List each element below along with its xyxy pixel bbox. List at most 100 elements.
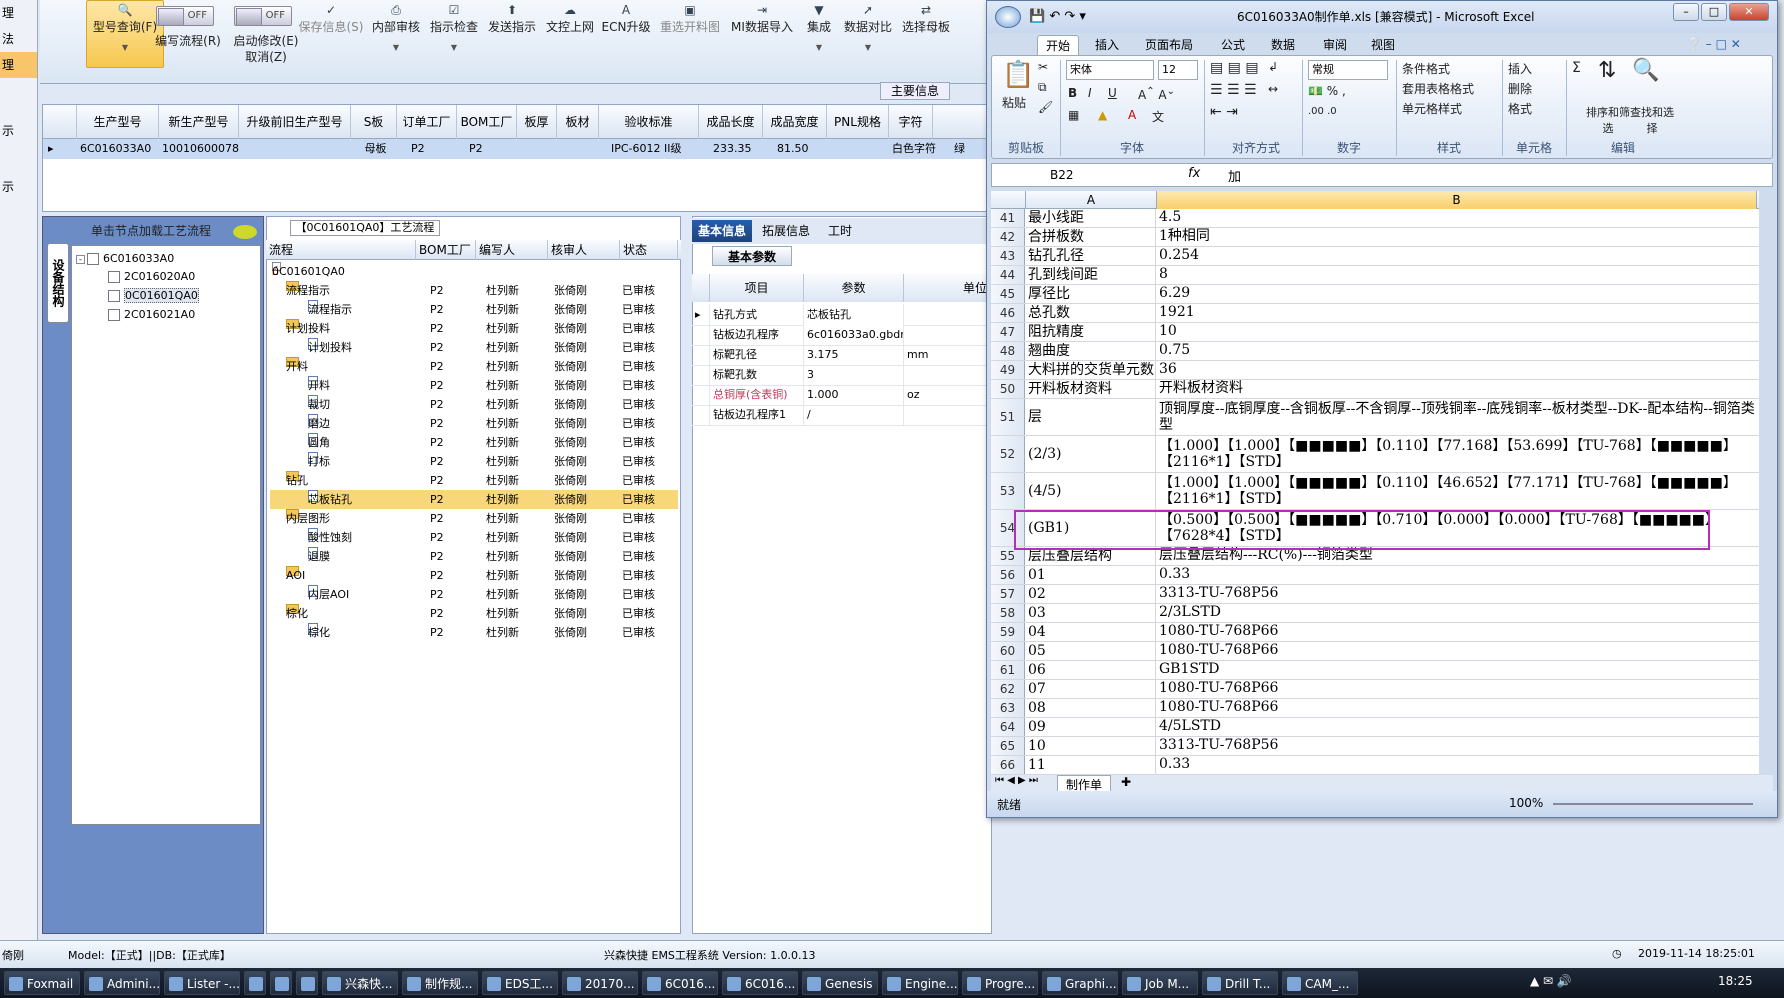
sheet-row[interactable]: 62 07 1080-TU-768P66 — [991, 680, 1759, 699]
column-header[interactable]: 核审人 — [548, 240, 620, 260]
zoom-slider[interactable] — [1553, 803, 1753, 805]
table-cell[interactable]: 6C016033A0 — [77, 139, 159, 159]
taskbar-button[interactable]: EDS工... — [482, 971, 558, 995]
sheet-row[interactable]: 47 阻抗精度 10 — [991, 323, 1759, 342]
sheet-row[interactable]: 63 08 1080-TU-768P66 — [991, 699, 1759, 718]
params-sub-tab[interactable]: 基本参数 — [712, 246, 792, 266]
mi-import-button[interactable]: ⇥ MI数据导入 — [726, 2, 798, 35]
row-number[interactable]: 56 — [991, 566, 1025, 584]
cell-a[interactable]: (2/3) — [1026, 436, 1156, 472]
select-mother-board-button[interactable]: ⇄ 选择母板 — [898, 2, 954, 35]
taskbar-button[interactable]: Foxmail — [4, 971, 80, 995]
start-modify-toggle[interactable]: OFF — [234, 6, 292, 26]
column-header[interactable]: 订单工厂 — [397, 105, 457, 139]
cell-a[interactable]: 08 — [1026, 699, 1156, 717]
process-row[interactable]: -棕化P2杜列新张倚刚已审核 — [270, 604, 678, 623]
sheet-nav-icon[interactable]: ⏮ ◀ ▶ ⏭ — [995, 775, 1038, 786]
row-number[interactable]: 49 — [991, 361, 1025, 379]
sheet-row[interactable]: 51 层顶铜厚度--底铜厚度--含铜板厚--不含铜厚--顶残铜率--底残铜率--板… — [991, 399, 1759, 436]
cell-b[interactable]: GB1STD — [1157, 661, 1757, 679]
cell-a[interactable]: 11 — [1026, 756, 1156, 774]
zoom-level[interactable]: 100% — [1509, 796, 1543, 810]
column-header[interactable]: 参数 — [804, 274, 904, 302]
cell-b[interactable]: 1080-TU-768P66 — [1157, 680, 1757, 698]
conditional-format-button[interactable]: 条件格式 — [1402, 60, 1450, 77]
taskbar-button[interactable]: Drill T... — [1202, 971, 1278, 995]
cell-a[interactable]: 合拼板数 — [1026, 228, 1156, 246]
cell-style-button[interactable]: 单元格样式 — [1402, 100, 1462, 117]
sheet-row[interactable]: 46 总孔数 1921 — [991, 304, 1759, 323]
row-number[interactable]: 53 — [991, 473, 1025, 509]
cell-b[interactable]: 3313-TU-768P56 — [1157, 585, 1757, 603]
font-name-select[interactable]: 宋体 — [1066, 60, 1154, 80]
office-button[interactable] — [995, 6, 1021, 28]
column-header[interactable]: BOM工厂 — [416, 240, 476, 260]
send-instruction-button[interactable]: ⬆ 发送指示 — [484, 2, 540, 35]
row-number[interactable]: 50 — [991, 380, 1025, 398]
param-value[interactable]: 1.000 — [804, 384, 904, 406]
sort-filter-button[interactable]: 排序和筛选 — [1584, 104, 1632, 136]
sheet-row[interactable]: 65 10 3313-TU-768P56 — [991, 737, 1759, 756]
fx-icon[interactable]: fx — [1188, 166, 1200, 181]
process-row[interactable]: 芯板钻孔 P2 杜列新 张倚刚 已审核 — [270, 490, 678, 509]
sheet-row[interactable]: 64 09 4/5LSTD — [991, 718, 1759, 737]
tab-review[interactable]: 审阅 — [1315, 35, 1355, 55]
border-icon[interactable]: ▦ — [1068, 108, 1079, 122]
cell-a[interactable]: 大料拼的交货单元数 — [1026, 361, 1156, 379]
column-header[interactable]: PNL规格 — [827, 105, 889, 139]
new-sheet-icon[interactable]: ✚ — [1121, 775, 1131, 789]
process-row[interactable]: -AOIP2杜列新张倚刚已审核 — [270, 566, 678, 585]
sheet-row[interactable]: 49 大料拼的交货单元数 36 — [991, 361, 1759, 380]
phonetic-icon[interactable]: 文 — [1152, 108, 1164, 125]
cell-a[interactable]: 10 — [1026, 737, 1156, 755]
cell-b[interactable]: 0.75 — [1157, 342, 1757, 360]
cell-b[interactable]: 1080-TU-768P66 — [1157, 642, 1757, 660]
row-number[interactable]: 43 — [991, 247, 1025, 265]
taskbar-button[interactable] — [244, 971, 266, 995]
sheet-row[interactable]: 52 (2/3) 【1.000】【1.000】【■■■■■】【0.110】【77.1… — [991, 436, 1759, 473]
process-row[interactable]: 流程指示 P2 杜列新 张倚刚 已审核 — [270, 300, 678, 319]
taskbar-button[interactable]: CAM_... — [1282, 971, 1358, 995]
indent-icon[interactable]: ⇤ ⇥ — [1210, 104, 1238, 120]
param-value[interactable]: 芯板钻孔 — [804, 304, 904, 326]
cell-a[interactable]: 厚径比 — [1026, 285, 1156, 303]
row-number[interactable]: 57 — [991, 585, 1025, 603]
tree-node-selected[interactable]: 0C01601QA0 — [108, 287, 199, 305]
tree-node[interactable]: 2C016021A0 — [108, 306, 195, 324]
column-header[interactable]: 成品长度 — [699, 105, 763, 139]
param-value[interactable]: 3.175 — [804, 344, 904, 366]
row-number[interactable]: 52 — [991, 436, 1025, 472]
cell-b[interactable]: 0.254 — [1157, 247, 1757, 265]
cell-b[interactable]: 2/3LSTD — [1157, 604, 1757, 622]
row-number[interactable]: 61 — [991, 661, 1025, 679]
find-select-button[interactable]: 查找和选择 — [1628, 104, 1676, 136]
paste-icon[interactable]: 📋 — [1002, 60, 1034, 90]
table-row[interactable]: ▸ 6C016033A0 10010600078349 母板 P2 P2 IPC… — [43, 139, 991, 159]
table-format-button[interactable]: 套用表格格式 — [1402, 80, 1474, 97]
cell-b[interactable]: 1种相同 — [1157, 228, 1757, 246]
insert-cells-button[interactable]: 插入 — [1508, 60, 1532, 77]
quick-access-icons[interactable]: 💾 ↶ ↷ ▾ — [1029, 1, 1086, 33]
row-number[interactable]: 45 — [991, 285, 1025, 303]
cell-a[interactable]: 阻抗精度 — [1026, 323, 1156, 341]
column-header[interactable]: 状态 — [620, 240, 678, 260]
instruction-check-button[interactable]: ☑ 指示检查 ▼ — [426, 2, 482, 52]
taskbar-button[interactable]: 6C016... — [722, 971, 798, 995]
cell-a[interactable]: 翘曲度 — [1026, 342, 1156, 360]
bold-button[interactable]: B — [1068, 86, 1077, 100]
sheet-row[interactable]: 58 03 2/3LSTD — [991, 604, 1759, 623]
write-flow-toggle[interactable]: OFF — [156, 6, 214, 26]
cell-a[interactable]: 开料板材资料 — [1026, 380, 1156, 398]
column-header[interactable]: 项目 — [710, 274, 804, 302]
taskbar-button[interactable]: Progre... — [962, 971, 1038, 995]
column-header[interactable]: 板材 — [557, 105, 599, 139]
column-header[interactable]: 验收标准 — [599, 105, 699, 139]
sheet-row[interactable]: 60 05 1080-TU-768P66 — [991, 642, 1759, 661]
cell-b[interactable]: 4.5 — [1157, 209, 1757, 227]
param-row[interactable]: 钻板边孔程序1/ — [692, 404, 992, 426]
row-number[interactable]: 59 — [991, 623, 1025, 641]
param-value[interactable]: / — [804, 404, 904, 426]
row-number[interactable]: 62 — [991, 680, 1025, 698]
row-number[interactable]: 47 — [991, 323, 1025, 341]
help-icon[interactable]: ❔ – □ ✕ — [1687, 37, 1741, 51]
